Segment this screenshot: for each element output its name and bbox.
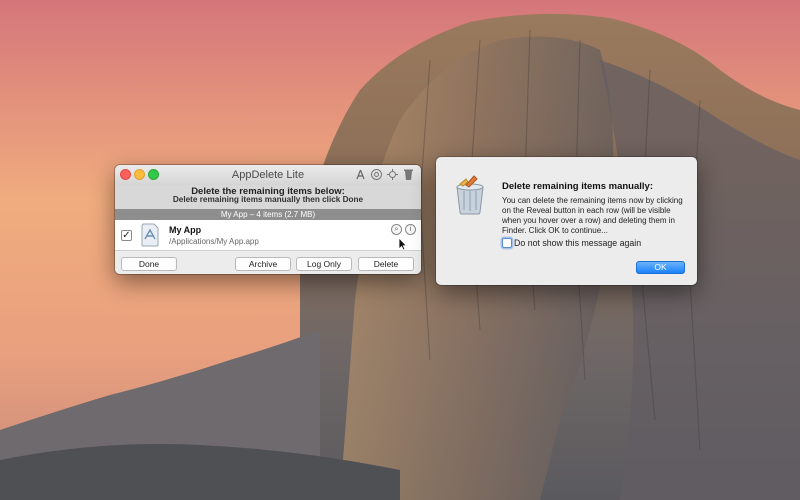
info-icon[interactable]: i — [405, 224, 416, 235]
instruction-subheading: Delete remaining items manually then cli… — [172, 195, 364, 204]
dont-show-again-checkbox[interactable] — [502, 238, 512, 248]
trash-icon[interactable] — [402, 168, 415, 181]
toolbar-icons — [354, 168, 415, 181]
mouse-cursor-icon — [398, 237, 408, 251]
alert-title: Delete remaining items manually: — [502, 181, 653, 192]
title-bar[interactable]: AppDelete Lite — [115, 165, 421, 185]
button-bar: Done Archive Log Only Delete — [115, 251, 421, 274]
appdelete-window: AppDelete Lite Delete the remaining item… — [115, 165, 421, 274]
reveal-icon[interactable]: ⌕ — [391, 224, 402, 235]
log-only-button[interactable]: Log Only — [296, 257, 352, 271]
app-path: /Applications/My App.app — [169, 237, 259, 246]
item-checkbox[interactable]: ✓ — [121, 230, 132, 241]
help-icon[interactable] — [370, 168, 383, 181]
alert-message: You can delete the remaining items now b… — [502, 196, 683, 235]
ok-button[interactable]: OK — [636, 261, 685, 274]
app-name: My App — [169, 225, 202, 235]
appdelete-app-icon — [452, 175, 488, 215]
delete-button[interactable]: Delete — [358, 257, 414, 271]
settings-icon[interactable] — [386, 168, 399, 181]
done-button[interactable]: Done — [121, 257, 177, 271]
app-store-icon[interactable] — [354, 168, 367, 181]
dont-show-again-label[interactable]: Do not show this message again — [514, 238, 641, 248]
list-item[interactable]: ✓ My App /Applications/My App.app ⌕ i — [115, 220, 421, 251]
archive-button[interactable]: Archive — [235, 257, 291, 271]
app-icon — [140, 223, 160, 247]
alert-dialog: Delete remaining items manually: You can… — [436, 157, 697, 285]
group-header: My App – 4 items (2.7 MB) — [115, 209, 421, 220]
